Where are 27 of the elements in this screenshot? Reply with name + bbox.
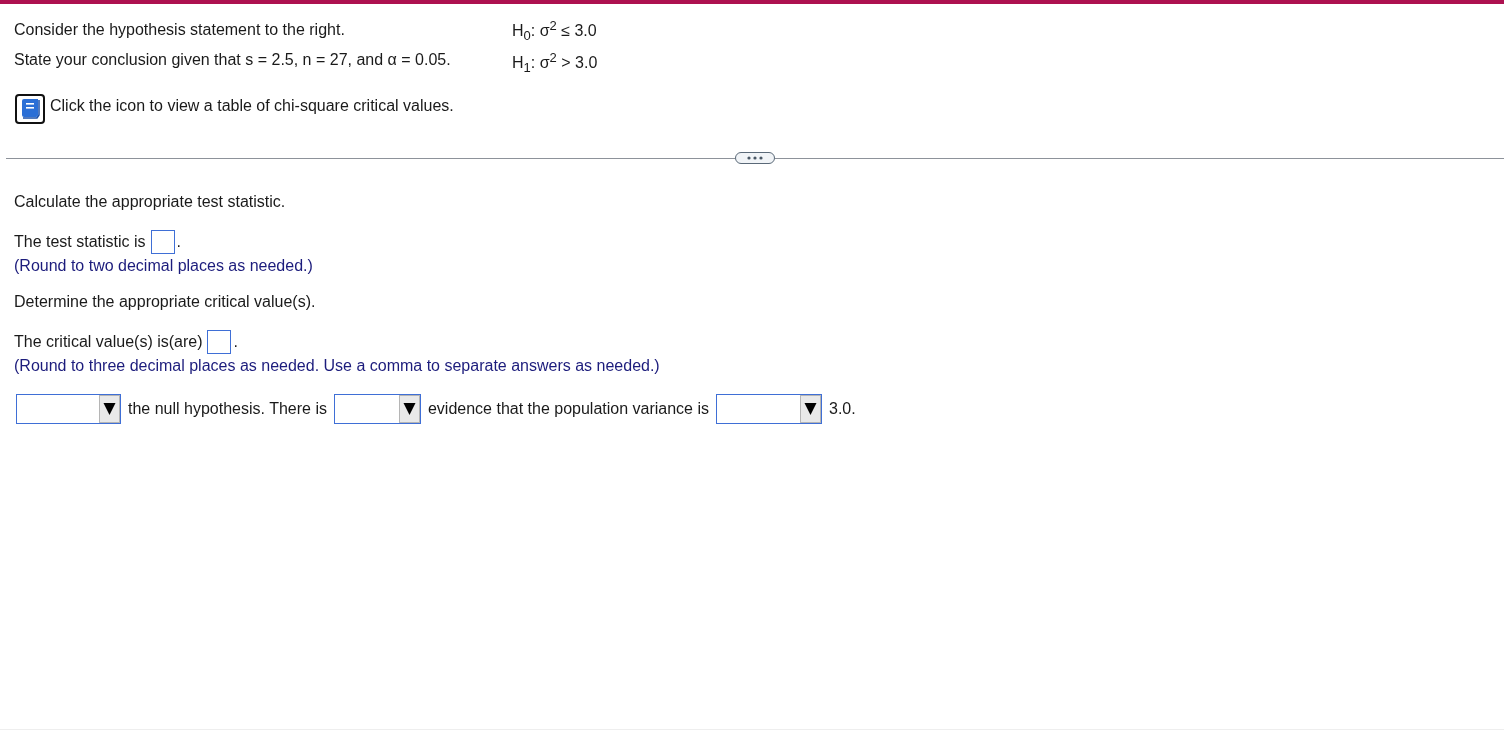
dropdown-field[interactable]: [716, 394, 822, 424]
instruction-text: State your conclusion given that s = 2.5, n = 27, and α = 0.05.: [14, 51, 452, 69]
answer-label: The test statistic is: [14, 233, 146, 251]
hypothesis-text: H$_{1}$: σ$^{2}$ > 3.0: [512, 53, 598, 73]
ellipsis-icon: [747, 156, 763, 160]
answer-box[interactable]: [207, 330, 232, 354]
sentence-text: 3.0.: [829, 400, 856, 418]
sentence-text: the null hypothesis. There is: [128, 400, 327, 418]
sentence-text: evidence that the population variance is: [427, 400, 709, 418]
hint-text: (Round to three decimal places as needed. Use a comma to separate answers as needed.): [14, 357, 661, 375]
dropdown-field[interactable]: [333, 394, 421, 424]
caret-icon: [800, 395, 821, 423]
prompt-text: Calculate the appropriate test statistic.: [14, 193, 287, 211]
instruction-text: Click the icon to view a table of chi-square critical values.: [50, 96, 454, 115]
answer-label: The critical value(s) is(are): [14, 333, 203, 351]
period-text: .: [233, 333, 238, 351]
instruction-text: Consider the hypothesis statement to the right.: [14, 21, 346, 39]
prompt-text: Determine the appropriate critical value(s).: [14, 293, 317, 311]
caret-icon: [398, 395, 420, 423]
caret-icon: [99, 395, 120, 423]
period-text: .: [176, 233, 182, 251]
expand-button[interactable]: [735, 152, 775, 164]
book-icon[interactable]: [15, 94, 45, 124]
answer-box[interactable]: [150, 230, 175, 254]
hint-text: (Round to two decimal places as needed.): [14, 257, 314, 275]
dropdown-field[interactable]: [16, 394, 121, 424]
hypothesis-text: H$_{0}$: σ$^{2}$ ≤ 3.0: [512, 21, 598, 41]
